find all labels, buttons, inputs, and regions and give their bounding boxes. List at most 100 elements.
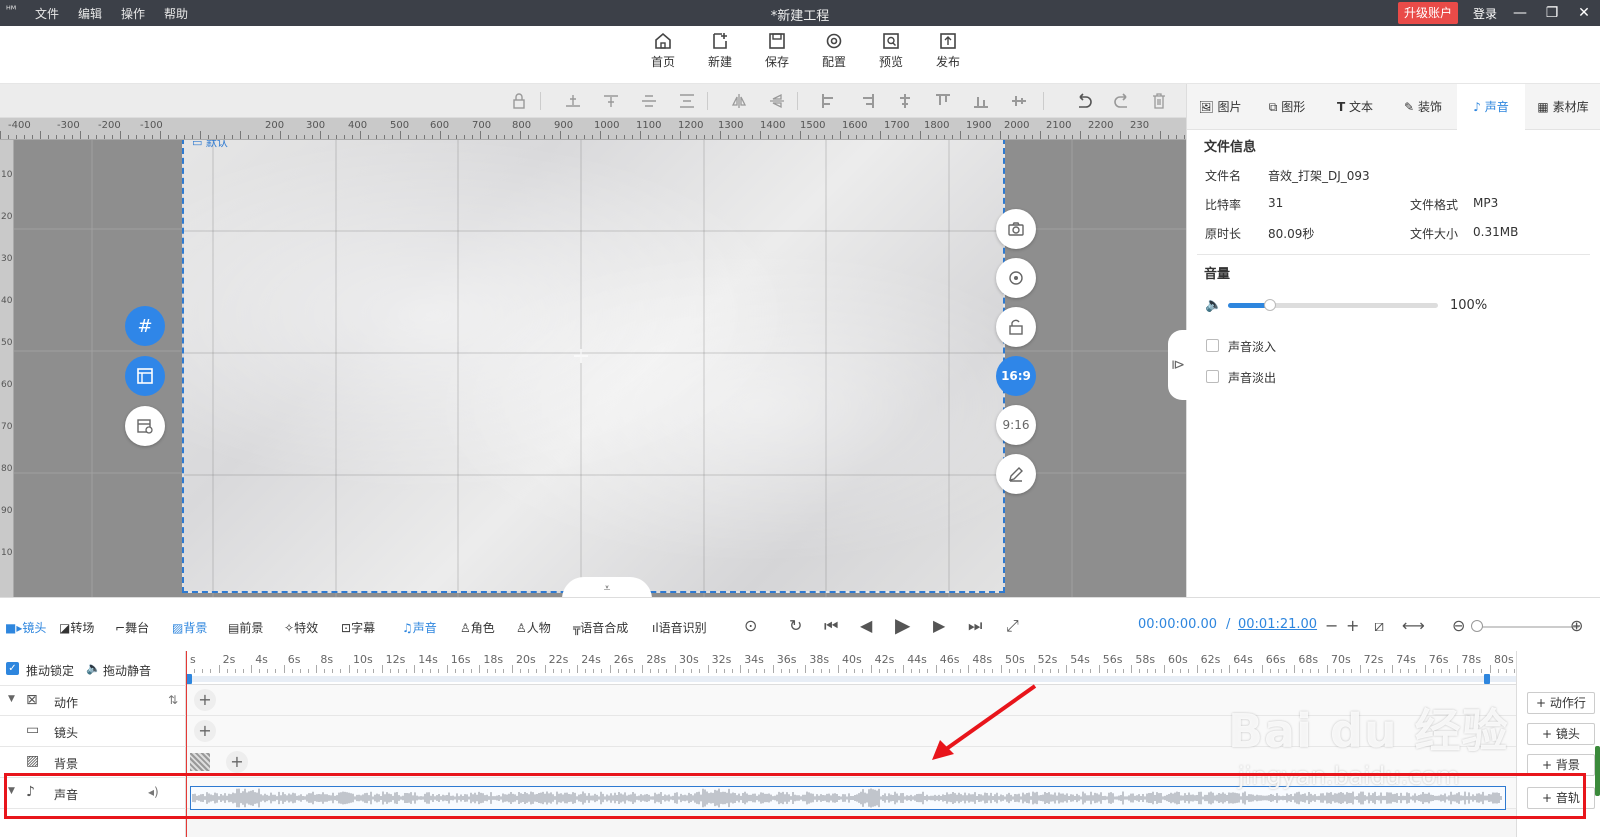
fade-in-checkbox[interactable] — [1206, 339, 1219, 352]
upgrade-account-button[interactable]: 升级账户 — [1398, 2, 1458, 24]
ratio-9-16-button[interactable]: 9:16 — [996, 405, 1036, 445]
align-center-horizontal-icon[interactable] — [897, 93, 915, 109]
skip-end-icon[interactable]: ⏭ — [968, 616, 982, 636]
align-bottom-icon[interactable] — [973, 93, 991, 109]
add-action-row-button[interactable]: + 动作行 — [1527, 692, 1595, 714]
tab-library[interactable]: ▦ 素材库 — [1525, 84, 1600, 130]
range-end-handle[interactable] — [1484, 674, 1490, 684]
align-left-icon[interactable] — [821, 93, 839, 109]
grid-toggle-button[interactable]: # — [125, 306, 165, 346]
delete-icon[interactable] — [1151, 93, 1169, 109]
skip-start-icon[interactable]: ⏮ — [824, 616, 838, 636]
add-action-icon[interactable]: + — [194, 689, 216, 711]
frame-toggle-button[interactable] — [125, 356, 165, 396]
tool-tts[interactable]: ╦语音合成 — [573, 619, 628, 636]
tab-shape[interactable]: ⧉ 图形 — [1253, 84, 1321, 130]
track-header-action[interactable]: ▼ ⊠ 动作 ⇅ — [0, 685, 186, 716]
collapse-canvas-tab[interactable]: ⩡ — [562, 577, 652, 597]
scene-settings-button[interactable] — [125, 406, 165, 446]
tab-image[interactable]: 🖼 图片 — [1187, 84, 1253, 130]
add-background-icon[interactable]: + — [226, 751, 248, 773]
restore-icon[interactable]: ❐ — [1542, 3, 1562, 23]
panel-collapse-handle[interactable]: ⧐ — [1168, 330, 1188, 400]
zoom-slider-thumb[interactable] — [1471, 620, 1483, 632]
tool-character[interactable]: ♙人物 — [516, 619, 551, 636]
volume-slider-thumb[interactable] — [1264, 299, 1276, 311]
background-thumbnail[interactable] — [190, 753, 210, 771]
zoom-out-icon[interactable]: ⊖ — [1452, 616, 1465, 635]
tool-stage-label: 舞台 — [125, 621, 150, 635]
timeline-range-bar[interactable] — [186, 676, 1516, 682]
timeline-ruler[interactable]: s 2s 4s 6s 8s 10s 12s 14s 16s 18s 20s 22s 24s 26s 28s 3… — [186, 651, 1516, 685]
volume-slider[interactable] — [1228, 299, 1438, 311]
step-back-icon[interactable]: ◀ — [860, 616, 872, 635]
align-top-edge-icon[interactable] — [603, 93, 621, 109]
add-camera-button[interactable]: + 镜头 — [1527, 723, 1595, 745]
new-button[interactable]: 新建 — [698, 32, 742, 70]
align-center-vertical-icon[interactable] — [1011, 93, 1029, 109]
lock-icon[interactable] — [511, 93, 529, 109]
align-right-icon[interactable] — [859, 93, 877, 109]
tool-subtitle[interactable]: ⊡字幕 — [341, 619, 375, 636]
tool-foreground[interactable]: ▤前景 — [228, 619, 263, 636]
mute-speaker-icon[interactable]: 🔈 — [86, 661, 101, 675]
stage-canvas[interactable]: ▭ 默认 — [182, 140, 1005, 593]
tab-sound[interactable]: ♪ 声音 — [1457, 84, 1525, 130]
replay-icon[interactable]: ↻ — [789, 616, 802, 635]
distribute-vertical-icon[interactable] — [679, 93, 697, 109]
close-icon[interactable]: ✕ — [1574, 3, 1594, 23]
align-top-icon[interactable] — [935, 93, 953, 109]
rotate-button[interactable] — [996, 258, 1036, 298]
tool-stage[interactable]: ⌐舞台 — [115, 619, 149, 636]
fit-width-icon[interactable]: ⟷ — [1402, 616, 1425, 635]
align-bottom-edge-icon[interactable] — [565, 93, 583, 109]
config-button[interactable]: 配置 — [812, 32, 856, 70]
add-camera-icon[interactable]: + — [194, 720, 216, 742]
tool-camera[interactable]: ■▸镜头 — [5, 619, 46, 636]
sort-icon[interactable]: ⇅ — [168, 693, 178, 707]
unlock-button[interactable] — [996, 307, 1036, 347]
tab-text[interactable]: T 文本 — [1321, 84, 1389, 130]
ratio-16-9-button[interactable]: 16:9 — [996, 356, 1036, 396]
menu-operate[interactable]: 操作 — [121, 5, 145, 22]
zoom-slider[interactable] — [1475, 626, 1579, 628]
tool-effects[interactable]: ✧特效 — [284, 619, 318, 636]
undo-icon[interactable] — [1075, 93, 1093, 109]
menu-help[interactable]: 帮助 — [164, 5, 188, 22]
publish-button[interactable]: 发布 — [926, 32, 970, 70]
tool-transition[interactable]: ◪转场 — [59, 619, 94, 636]
canvas-area[interactable]: ▭ 默认 # 16:9 9:16 ⩡ — [14, 140, 1186, 597]
expand-icon[interactable]: ▼ — [8, 694, 15, 704]
fade-out-checkbox[interactable] — [1206, 370, 1219, 383]
home-button[interactable]: 首页 — [641, 32, 685, 70]
more-icon[interactable]: ⊙ — [744, 616, 757, 635]
minimize-icon[interactable]: — — [1510, 3, 1530, 23]
zoom-in-icon[interactable]: ⊕ — [1570, 616, 1583, 635]
tab-decoration[interactable]: ✎ 装饰 — [1389, 84, 1457, 130]
vertical-scrollbar[interactable] — [1595, 746, 1600, 796]
step-forward-icon[interactable]: ▶ — [933, 616, 945, 635]
redo-icon[interactable] — [1113, 93, 1131, 109]
tool-sound[interactable]: ♫声音 — [402, 619, 437, 636]
tool-role[interactable]: ♙角色 — [460, 619, 495, 636]
menu-edit[interactable]: 编辑 — [78, 5, 102, 22]
flip-vertical-icon[interactable] — [769, 93, 787, 109]
align-middle-icon[interactable] — [641, 93, 659, 109]
snapshot-button[interactable] — [996, 209, 1036, 249]
lock-checkbox[interactable]: ✓ — [6, 662, 19, 675]
fullscreen-icon[interactable]: ⤢ — [1006, 616, 1019, 636]
tool-background[interactable]: ▨背景 — [172, 619, 207, 636]
login-button[interactable]: 登录 — [1473, 5, 1497, 22]
edit-button[interactable] — [996, 454, 1036, 494]
flip-horizontal-icon[interactable] — [731, 93, 749, 109]
tool-asr[interactable]: ıl语音识别 — [652, 619, 707, 636]
preview-button[interactable]: 预览 — [869, 32, 913, 70]
total-time[interactable]: 00:01:21.00 — [1238, 617, 1317, 632]
crop-icon[interactable]: ⧄ — [1374, 616, 1384, 636]
menu-file[interactable]: 文件 — [35, 5, 59, 22]
play-icon[interactable]: ▶ — [895, 613, 910, 637]
minus-icon[interactable]: − — [1325, 616, 1338, 635]
plus-icon[interactable]: + — [1346, 616, 1359, 635]
save-button[interactable]: 保存 — [755, 32, 799, 70]
track-header-camera[interactable]: ▭ 镜头 — [0, 716, 186, 747]
